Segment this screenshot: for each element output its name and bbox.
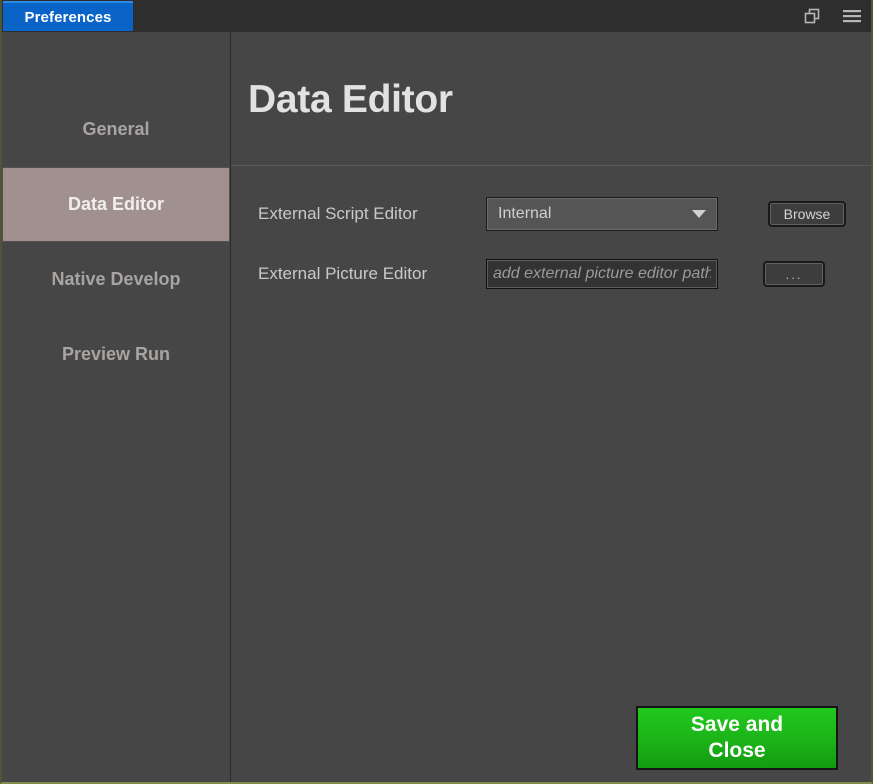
sidebar-item-label: Data Editor bbox=[67, 194, 164, 214]
external-picture-editor-input[interactable] bbox=[486, 259, 718, 289]
row-external-picture-editor: External Picture Editor ... bbox=[231, 244, 871, 304]
sidebar-item-native-develop[interactable]: Native Develop bbox=[2, 242, 230, 317]
restore-window-icon[interactable] bbox=[801, 5, 823, 27]
chevron-down-icon bbox=[692, 210, 706, 218]
picture-editor-browse-button[interactable]: ... bbox=[763, 261, 825, 287]
external-script-editor-label: External Script Editor bbox=[258, 204, 418, 223]
title-divider bbox=[231, 165, 871, 166]
tab-preferences-label: Preferences bbox=[24, 8, 112, 26]
sidebar-item-label: General bbox=[82, 119, 150, 139]
tab-preferences[interactable]: Preferences bbox=[3, 1, 133, 31]
page-title: Data Editor bbox=[248, 78, 453, 122]
sidebar-item-data-editor[interactable]: Data Editor bbox=[2, 167, 230, 242]
window-body: General Data Editor Native Develop Previ… bbox=[2, 32, 871, 782]
row-external-script-editor: External Script Editor Internal Browse bbox=[231, 184, 871, 244]
preferences-sidebar: General Data Editor Native Develop Previ… bbox=[2, 32, 231, 782]
sidebar-item-preview-run[interactable]: Preview Run bbox=[2, 317, 230, 392]
settings-form: External Script Editor Internal Browse E… bbox=[231, 184, 871, 304]
save-and-close-line2: Close bbox=[708, 739, 766, 762]
title-bar: Preferences bbox=[2, 0, 871, 33]
external-picture-editor-label: External Picture Editor bbox=[258, 264, 428, 283]
sidebar-item-label: Preview Run bbox=[61, 344, 171, 364]
external-script-editor-select[interactable]: Internal bbox=[486, 197, 718, 231]
titlebar-controls bbox=[801, 0, 863, 32]
sidebar-item-label: Native Develop bbox=[51, 269, 181, 289]
save-and-close-button[interactable]: Save and Close bbox=[636, 706, 838, 770]
external-script-editor-value: Internal bbox=[498, 205, 552, 222]
preferences-content: Data Editor External Script Editor Inter… bbox=[231, 32, 871, 782]
browse-button[interactable]: Browse bbox=[768, 201, 846, 227]
save-and-close-line1: Save and bbox=[690, 713, 784, 736]
browse-button-label: Browse bbox=[783, 206, 831, 222]
picture-editor-browse-label: ... bbox=[785, 266, 803, 282]
preferences-window: Preferences General Data Editor Native D… bbox=[0, 0, 873, 784]
hamburger-menu-icon[interactable] bbox=[841, 5, 863, 27]
save-and-close-label: Save and Close bbox=[691, 712, 783, 764]
sidebar-item-general[interactable]: General bbox=[2, 92, 230, 167]
